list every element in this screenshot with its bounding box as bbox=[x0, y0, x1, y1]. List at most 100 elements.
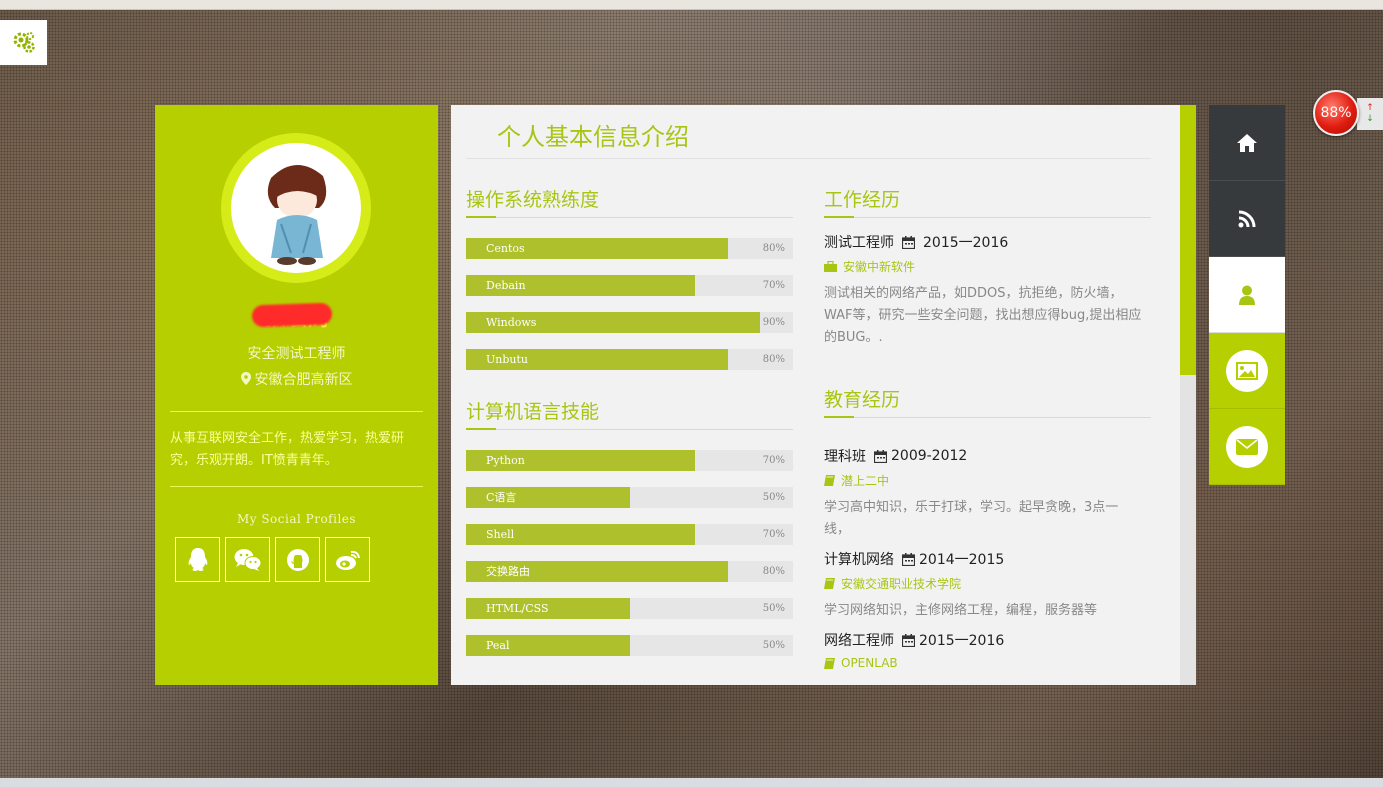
avatar-ring bbox=[221, 133, 371, 283]
skill-bar-fill: HTML/CSS bbox=[466, 598, 630, 619]
skill-bar-shell: Shell 70% bbox=[466, 524, 793, 545]
skill-bar-percent: 80% bbox=[762, 243, 785, 254]
work-entry-head: 测试工程师 2015一2016 bbox=[824, 232, 1008, 252]
skill-bar-debain: Debain 70% bbox=[466, 275, 793, 296]
nav-home[interactable] bbox=[1209, 105, 1285, 181]
skill-bar-percent: 50% bbox=[762, 640, 785, 651]
skill-bar-percent: 50% bbox=[762, 492, 785, 503]
anime-avatar-image bbox=[267, 164, 327, 265]
nav-profile[interactable] bbox=[1209, 257, 1285, 333]
widget-tab: ↑ ↓ bbox=[1357, 98, 1383, 130]
widget-percent-ball: 88% bbox=[1313, 90, 1359, 136]
lang-section-accent bbox=[466, 428, 496, 430]
side-nav bbox=[1209, 105, 1285, 485]
github-icon bbox=[286, 548, 309, 571]
edu-period: 2015一2016 bbox=[919, 633, 1005, 649]
user-icon bbox=[1239, 285, 1255, 305]
contact-circle bbox=[1226, 425, 1268, 468]
avatar bbox=[231, 143, 361, 273]
profile-location-text: 安徽合肥高新区 bbox=[254, 372, 353, 388]
edu-period: 2009-2012 bbox=[891, 448, 968, 464]
book-icon bbox=[824, 475, 835, 486]
skill-bar-percent: 80% bbox=[762, 354, 785, 365]
edu-desc: 学习网络知识，主修网络工程，编程，服务器等 bbox=[824, 603, 1098, 618]
work-period: 2015一2016 bbox=[923, 235, 1009, 251]
work-role: 测试工程师 bbox=[824, 235, 894, 251]
nav-contact[interactable] bbox=[1209, 409, 1285, 485]
edu-role: 网络工程师 bbox=[824, 633, 894, 649]
settings-gear-button[interactable] bbox=[0, 20, 47, 65]
briefcase-icon bbox=[824, 261, 837, 272]
content-scrollbar[interactable] bbox=[1180, 105, 1196, 685]
skill-bar-fill: Shell bbox=[466, 524, 695, 545]
lang-section-title: 计算机语言技能 bbox=[466, 401, 600, 423]
speed-widget[interactable]: ↑ ↓ 88% bbox=[1313, 90, 1383, 136]
book-icon bbox=[824, 657, 835, 669]
skill-bar-fill: C语言 bbox=[466, 487, 630, 508]
calendar-icon bbox=[874, 449, 887, 463]
wechat-button[interactable] bbox=[225, 537, 270, 582]
skill-bar-peal: Peal 50% bbox=[466, 635, 793, 656]
skill-bar-windows: Windows 90% bbox=[466, 312, 793, 333]
map-marker-icon bbox=[240, 372, 251, 385]
edu-org: OPENLAB bbox=[824, 656, 898, 670]
calendar-icon bbox=[902, 235, 915, 249]
skill-bar-percent: 80% bbox=[762, 566, 785, 577]
qq-button[interactable] bbox=[175, 537, 220, 582]
skill-bar-percent: 70% bbox=[762, 280, 785, 291]
os-section-title: 操作系统熟练度 bbox=[466, 189, 600, 211]
edu-org: 安徽交通职业技术学院 bbox=[824, 575, 961, 592]
edu-section-line bbox=[824, 417, 1151, 418]
edu-section-title: 教育经历 bbox=[824, 389, 901, 411]
title-divider bbox=[466, 158, 1151, 159]
skill-bar-fill: Unbutu bbox=[466, 349, 728, 370]
skill-bar-fill: Peal bbox=[466, 635, 630, 656]
skill-bar-percent: 70% bbox=[762, 529, 785, 540]
widget-up-arrow: ↑ bbox=[1366, 103, 1374, 113]
social-profiles-title: My Social Profiles bbox=[236, 512, 357, 526]
book-icon bbox=[824, 578, 835, 589]
os-section-accent bbox=[466, 216, 496, 218]
skill-bar-percent: 70% bbox=[762, 455, 785, 466]
profile-bio: 从事互联网安全工作，热爱学习，热爱研究，乐观开朗。IT愤青青年。 bbox=[170, 431, 405, 468]
weibo-icon bbox=[335, 550, 360, 570]
profile-divider-bottom bbox=[170, 486, 423, 487]
nav-rss[interactable] bbox=[1209, 181, 1285, 257]
main-content-panel: 个人基本信息介绍 操作系统熟练度 Centos 80% Debain 70% W… bbox=[451, 105, 1180, 685]
edu-section-accent bbox=[824, 416, 854, 418]
weibo-button[interactable] bbox=[325, 537, 370, 582]
lang-section-line bbox=[466, 429, 793, 430]
skill-bar-percent: 90% bbox=[762, 317, 785, 328]
skill-bar-fill: Python bbox=[466, 450, 695, 471]
social-icons-row bbox=[175, 537, 370, 582]
home-icon bbox=[1237, 133, 1257, 152]
taskbar-edge bbox=[0, 778, 1383, 787]
edu-entry-head: 计算机网络 2014一2015 bbox=[824, 549, 1004, 569]
edu-entry-head: 网络工程师 2015一2016 bbox=[824, 630, 1004, 650]
skill-bar-fill: Debain bbox=[466, 275, 695, 296]
edu-role: 计算机网络 bbox=[824, 552, 894, 568]
name-redaction-scribble bbox=[251, 302, 333, 328]
nav-gallery[interactable] bbox=[1209, 333, 1285, 409]
calendar-icon bbox=[902, 552, 915, 566]
github-button[interactable] bbox=[275, 537, 320, 582]
gears-icon bbox=[13, 31, 35, 53]
edu-org: 潜上二中 bbox=[824, 472, 889, 489]
rss-icon bbox=[1238, 210, 1256, 227]
work-org: 安徽中新软件 bbox=[824, 258, 915, 275]
calendar-icon bbox=[902, 633, 915, 647]
skill-bar-fill: Centos bbox=[466, 238, 728, 259]
image-icon bbox=[1236, 361, 1258, 380]
profile-divider-top bbox=[170, 411, 423, 412]
skill-bar-percent: 50% bbox=[762, 603, 785, 614]
skill-bar-fill: Windows bbox=[466, 312, 761, 333]
profile-panel: 张宏涛 安全测试工程师 安徽合肥高新区 从事互联网安全工作，热爱学习，热爱研究，… bbox=[155, 105, 438, 685]
edu-org-name: 安徽交通职业技术学院 bbox=[841, 577, 962, 591]
edu-desc: 学习高中知识，乐于打球，学习。起早贪晚，3点一线， bbox=[824, 500, 1119, 537]
profile-job-title: 安全测试工程师 bbox=[247, 346, 346, 362]
work-org-name: 安徽中新软件 bbox=[843, 260, 916, 274]
work-section-accent bbox=[824, 216, 854, 218]
scrollbar-thumb[interactable] bbox=[1180, 105, 1196, 375]
widget-down-arrow: ↓ bbox=[1366, 114, 1374, 124]
edu-org-name: OPENLAB bbox=[841, 656, 898, 670]
